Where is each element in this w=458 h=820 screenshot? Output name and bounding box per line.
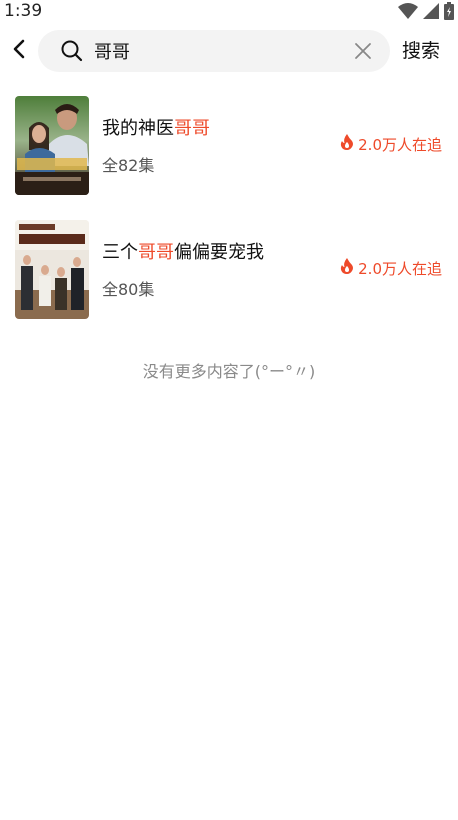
fire-icon: [340, 134, 354, 156]
end-of-list-message: 没有更多内容了(°ー°〃): [142, 362, 316, 381]
back-button[interactable]: [8, 38, 30, 64]
search-bar: 搜索: [0, 28, 458, 74]
highlighted-keyword: 哥哥: [138, 242, 174, 263]
status-time: 1:39: [4, 1, 43, 21]
poster-image: [15, 96, 89, 195]
result-title: 三个哥哥偏偏要宠我: [102, 242, 264, 263]
popularity-badge: 2.0万人在追: [340, 134, 442, 156]
status-bar: 1:39: [0, 0, 458, 24]
result-list: 我的神医哥哥 全82集 2.0万人在追 三个哥哥偏偏要宠我 全80集 2.0万人…: [0, 96, 458, 344]
battery-icon: [444, 2, 454, 24]
popularity-text: 2.0万人在追: [358, 136, 442, 154]
chevron-left-icon: [12, 38, 26, 64]
status-icons: [398, 2, 454, 24]
highlighted-keyword: 哥哥: [174, 118, 210, 139]
result-item[interactable]: 我的神医哥哥 全82集 2.0万人在追: [0, 96, 458, 220]
wifi-icon: [398, 3, 418, 23]
episode-count: 全82集: [102, 156, 155, 175]
result-title: 我的神医哥哥: [102, 118, 210, 139]
popularity-badge: 2.0万人在追: [340, 258, 442, 280]
search-button[interactable]: 搜索: [402, 38, 440, 64]
search-box: [38, 30, 390, 72]
clear-icon[interactable]: [354, 42, 372, 60]
search-input[interactable]: [94, 38, 344, 64]
popularity-text: 2.0万人在追: [358, 260, 442, 278]
search-icon: [60, 39, 84, 67]
result-item[interactable]: 三个哥哥偏偏要宠我 全80集 2.0万人在追: [0, 220, 458, 344]
fire-icon: [340, 258, 354, 280]
poster-image: [15, 220, 89, 319]
episode-count: 全80集: [102, 280, 155, 299]
signal-icon: [423, 3, 439, 23]
